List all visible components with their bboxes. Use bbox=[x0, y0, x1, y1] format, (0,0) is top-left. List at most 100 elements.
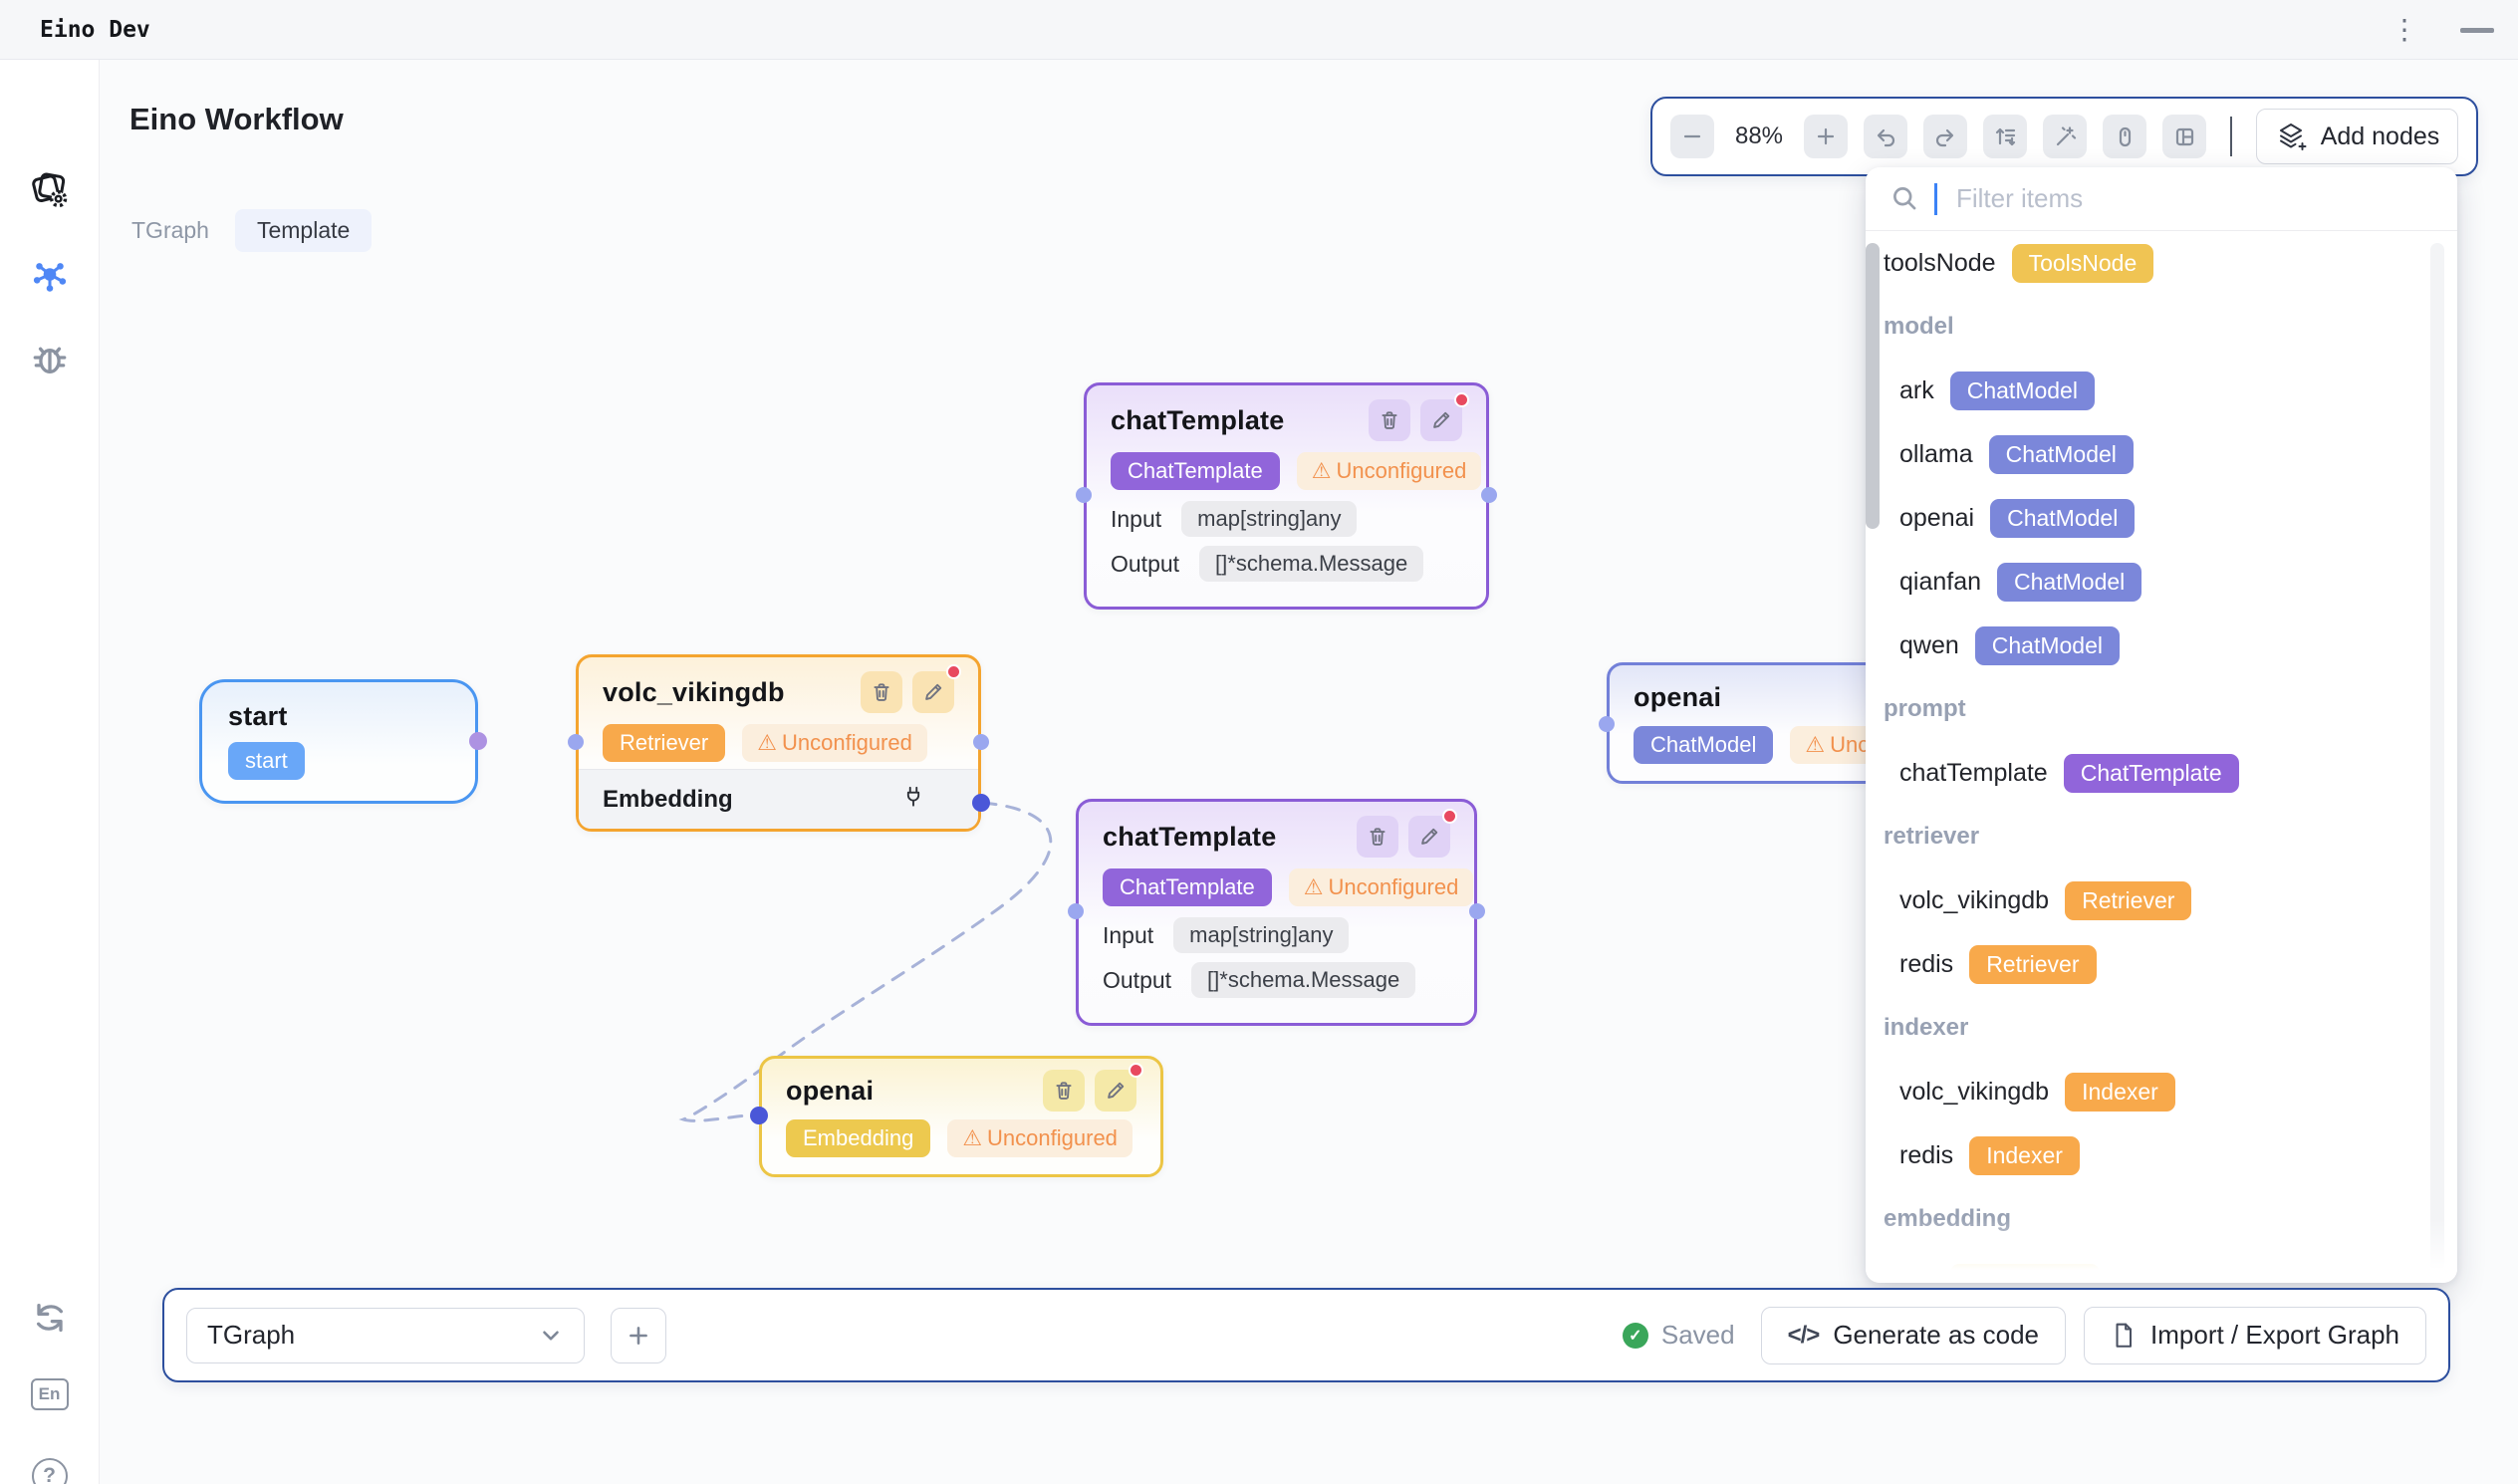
node-type-list: toolsNode ToolsNode model ark ChatModel … bbox=[1866, 231, 2457, 1283]
output-type-pill: []*schema.Message bbox=[1199, 546, 1423, 582]
page-title: Eino Workflow bbox=[129, 102, 344, 137]
saved-label: Saved bbox=[1661, 1320, 1735, 1351]
warning-icon: ⚠ bbox=[1312, 458, 1332, 484]
eino-logo-icon[interactable] bbox=[27, 167, 73, 213]
add-graph-button[interactable] bbox=[611, 1308, 666, 1363]
unconfigured-badge: ⚠Unconfigured bbox=[947, 1119, 1133, 1157]
filter-input[interactable]: Filter items bbox=[1866, 167, 2457, 231]
list-item-redis-retriever[interactable]: redis Retriever bbox=[1866, 932, 2457, 996]
debug-bug-icon[interactable] bbox=[29, 337, 71, 378]
code-icon: </> bbox=[1788, 1322, 1820, 1350]
graph-select-value: TGraph bbox=[207, 1320, 295, 1351]
magic-wand-button[interactable] bbox=[2043, 115, 2087, 158]
refresh-icon[interactable] bbox=[30, 1298, 70, 1338]
auto-layout-button[interactable] bbox=[1983, 115, 2027, 158]
port-volc-out[interactable] bbox=[973, 734, 989, 750]
language-icon[interactable]: En bbox=[31, 1378, 69, 1410]
breadcrumb: TGraph Template bbox=[131, 209, 372, 252]
tab-template[interactable]: Template bbox=[235, 209, 372, 252]
output-label: Output bbox=[1103, 967, 1171, 994]
output-type-pill: []*schema.Message bbox=[1191, 962, 1415, 998]
port-chattemplate-middle-in[interactable] bbox=[1068, 903, 1084, 919]
node-start[interactable]: start start bbox=[199, 679, 478, 804]
add-nodes-button[interactable]: Add nodes bbox=[2256, 109, 2458, 164]
embedding-slot-label: Embedding bbox=[603, 786, 733, 814]
warning-icon: ⚠ bbox=[1805, 732, 1825, 758]
window-menu-icon[interactable]: ⋮ bbox=[2391, 16, 2418, 44]
port-openai-chatmodel-in[interactable] bbox=[1599, 716, 1615, 732]
port-openai-embedding-in[interactable] bbox=[750, 1107, 768, 1124]
warning-icon: ⚠ bbox=[1304, 874, 1324, 900]
port-start-out[interactable] bbox=[469, 732, 487, 750]
delete-node-button[interactable] bbox=[1357, 816, 1398, 858]
filter-placeholder: Filter items bbox=[1956, 183, 2083, 214]
delete-node-button[interactable] bbox=[861, 671, 902, 713]
list-item-ark-chatmodel[interactable]: ark ChatModel bbox=[1866, 359, 2457, 422]
list-item-chattemplate[interactable]: chatTemplate ChatTemplate bbox=[1866, 741, 2457, 805]
graph-select[interactable]: TGraph bbox=[186, 1308, 585, 1363]
panel-scrollbar-thumb[interactable] bbox=[1866, 243, 1880, 529]
workflow-graph-icon[interactable] bbox=[29, 257, 71, 299]
list-item-openai-chatmodel[interactable]: openai ChatModel bbox=[1866, 486, 2457, 550]
canvas-toolbar: 88% Add nodes bbox=[1650, 97, 2478, 176]
add-nodes-panel: Filter items toolsNode ToolsNode model a… bbox=[1866, 167, 2457, 1283]
window-titlebar: Eino Dev ⋮ bbox=[0, 0, 2518, 60]
warning-icon: ⚠ bbox=[757, 730, 777, 756]
left-sidebar: En ? bbox=[0, 60, 100, 1484]
help-label: ? bbox=[43, 1464, 56, 1484]
port-volc-in[interactable] bbox=[568, 734, 584, 750]
chevron-down-icon bbox=[538, 1323, 564, 1349]
port-volc-embedding[interactable] bbox=[972, 794, 990, 812]
node-title: volc_vikingdb bbox=[603, 677, 785, 708]
node-chattemplate-middle[interactable]: chatTemplate ChatTemplate ⚠Unconfigured … bbox=[1076, 799, 1477, 1026]
node-chattemplate-top[interactable]: chatTemplate ChatTemplate ⚠Unconfigured … bbox=[1084, 382, 1489, 610]
edit-node-button[interactable] bbox=[1420, 399, 1462, 441]
embedding-slot-row[interactable]: Embedding bbox=[579, 769, 978, 829]
delete-node-button[interactable] bbox=[1043, 1070, 1085, 1112]
minimap-button[interactable] bbox=[2162, 115, 2206, 158]
add-nodes-label: Add nodes bbox=[2321, 123, 2440, 151]
undo-button[interactable] bbox=[1864, 115, 1907, 158]
node-title: chatTemplate bbox=[1103, 822, 1276, 853]
node-volc-vikingdb[interactable]: volc_vikingdb Retriever ⚠Unconfigured Em… bbox=[576, 654, 981, 832]
port-chattemplate-middle-out[interactable] bbox=[1469, 903, 1485, 919]
chatmodel-type-badge: ChatModel bbox=[1634, 726, 1773, 764]
list-item-toolsnode[interactable]: toolsNode ToolsNode bbox=[1866, 231, 2457, 295]
unconfigured-badge: ⚠Unconfigured bbox=[1297, 452, 1482, 490]
eino-dev-app: Eino Dev ⋮ bbox=[0, 0, 2518, 1484]
list-item-volc-vikingdb-indexer[interactable]: volc_vikingdb Indexer bbox=[1866, 1060, 2457, 1123]
edit-node-button[interactable] bbox=[1095, 1070, 1136, 1112]
unconfigured-badge: ⚠Unconfigured bbox=[1289, 868, 1474, 906]
chattemplate-type-badge: ChatTemplate bbox=[1103, 868, 1272, 906]
list-item-redis-indexer[interactable]: redis Indexer bbox=[1866, 1123, 2457, 1187]
delete-node-button[interactable] bbox=[1369, 399, 1410, 441]
section-header-retriever: retriever bbox=[1866, 805, 2457, 868]
mouse-mode-button[interactable] bbox=[2103, 115, 2146, 158]
zoom-out-button[interactable] bbox=[1670, 115, 1714, 158]
list-item-ollama-chatmodel[interactable]: ollama ChatModel bbox=[1866, 422, 2457, 486]
import-export-graph-button[interactable]: Import / Export Graph bbox=[2084, 1307, 2426, 1364]
edit-node-button[interactable] bbox=[1408, 816, 1450, 858]
edit-node-button[interactable] bbox=[912, 671, 954, 713]
list-item-qianfan-chatmodel[interactable]: qianfan ChatModel bbox=[1866, 550, 2457, 614]
text-caret bbox=[1934, 183, 1937, 215]
node-openai-embedding[interactable]: openai Embedding ⚠Unconfigured bbox=[759, 1056, 1163, 1177]
search-icon bbox=[1891, 185, 1918, 212]
list-item-ark-embedding[interactable]: ark Embedding bbox=[1866, 1251, 2457, 1283]
panel-scrollbar-track[interactable] bbox=[2430, 243, 2444, 1271]
input-label: Input bbox=[1111, 506, 1161, 533]
embedding-type-badge: Embedding bbox=[786, 1119, 930, 1157]
list-item-volc-vikingdb-retriever[interactable]: volc_vikingdb Retriever bbox=[1866, 868, 2457, 932]
bottom-bar: TGraph ✓ Saved </> Generate as code Impo… bbox=[162, 1288, 2450, 1382]
port-chattemplate-top-out[interactable] bbox=[1481, 487, 1497, 503]
port-chattemplate-top-in[interactable] bbox=[1076, 487, 1092, 503]
section-header-prompt: prompt bbox=[1866, 677, 2457, 741]
plus-icon bbox=[626, 1323, 651, 1349]
zoom-in-button[interactable] bbox=[1804, 115, 1848, 158]
language-label: En bbox=[39, 1384, 61, 1404]
generate-as-code-button[interactable]: </> Generate as code bbox=[1761, 1307, 2066, 1364]
help-icon[interactable]: ? bbox=[32, 1458, 68, 1484]
window-minimize-icon[interactable] bbox=[2460, 28, 2494, 33]
list-item-qwen-chatmodel[interactable]: qwen ChatModel bbox=[1866, 614, 2457, 677]
redo-button[interactable] bbox=[1923, 115, 1967, 158]
